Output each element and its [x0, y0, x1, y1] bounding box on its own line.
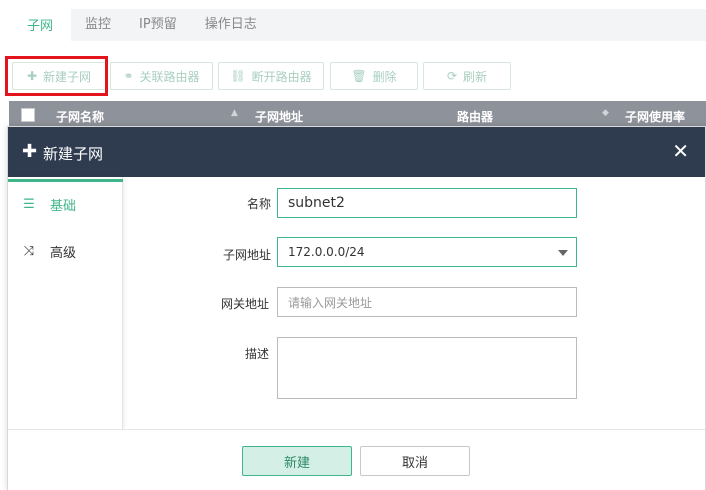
unlink-icon: ⛓	[230, 69, 246, 83]
select-all-checkbox[interactable]	[21, 108, 35, 122]
delete-label: 删除	[372, 69, 397, 84]
dialog-sidebar: ☰ 基础 ⤨ 高级	[8, 177, 123, 429]
dialog-title: 新建子网	[43, 145, 104, 163]
name-label-text: 名称	[246, 197, 271, 211]
cidr-label-text: 子网地址	[222, 248, 271, 262]
cidr-label: 子网地址*	[223, 246, 283, 263]
tab-ip-reserve[interactable]: IP预留	[125, 9, 191, 41]
tab-subnet[interactable]: 子网	[9, 9, 71, 41]
name-input[interactable]: subnet2	[277, 188, 577, 218]
chevron-down-icon	[558, 250, 568, 256]
shuffle-icon: ⤨	[23, 243, 35, 259]
dialog-footer: 新建 取消	[8, 429, 705, 490]
dialog-header: ✚ 新建子网 ✕	[8, 127, 705, 177]
attach-router-label: 关联路由器	[139, 69, 200, 84]
refresh-icon: ⟳	[446, 69, 458, 83]
tab-bar: 子网 监控 IP预留 操作日志	[9, 9, 706, 41]
link-icon: ⚭	[123, 69, 134, 83]
sort-icon[interactable]: ▲	[231, 108, 238, 118]
delete-button[interactable]: 🗑 删除	[330, 62, 418, 90]
column-router[interactable]: 路由器	[457, 108, 493, 125]
sidebar-item-advanced[interactable]: ⤨ 高级	[8, 227, 123, 275]
column-subnet-usage[interactable]: 子网使用率	[625, 108, 685, 125]
tab-monitor[interactable]: 监控	[71, 9, 125, 41]
column-subnet-address[interactable]: 子网地址	[255, 108, 303, 125]
close-icon[interactable]: ✕	[672, 139, 689, 163]
sidebar-item-basic[interactable]: ☰ 基础	[8, 179, 123, 227]
gateway-input[interactable]: 请输入网关地址	[277, 287, 577, 317]
refresh-label: 刷新	[463, 69, 488, 84]
cidr-select[interactable]: 172.0.0.0/24	[277, 237, 577, 267]
list-icon: ☰	[23, 197, 35, 212]
description-label: 描述	[244, 347, 269, 361]
trash-icon: 🗑	[351, 69, 367, 83]
create-button[interactable]: 新建	[242, 446, 352, 476]
detach-router-button[interactable]: ⛓ 断开路由器	[218, 62, 324, 90]
sidebar-item-label: 高级	[50, 245, 77, 261]
tab-operation-log[interactable]: 操作日志	[191, 9, 271, 41]
refresh-button[interactable]: ⟳ 刷新	[423, 62, 511, 90]
page: 子网 监控 IP预留 操作日志 ✚ 新建子网 ⚭ 关联路由器 ⛓ 断开路由器 🗑…	[0, 0, 706, 490]
highlight-box	[5, 56, 108, 96]
gateway-label: 网关地址	[220, 297, 269, 311]
detach-router-label: 断开路由器	[251, 69, 312, 84]
cancel-button[interactable]: 取消	[360, 446, 470, 476]
plus-icon: ✚	[22, 141, 38, 162]
column-subnet-name[interactable]: 子网名称	[56, 108, 104, 125]
attach-router-button[interactable]: ⚭ 关联路由器	[110, 62, 213, 90]
table-header: 子网名称 ▲ 子网地址 路由器 ◆ 子网使用率	[9, 101, 706, 129]
description-textarea[interactable]	[277, 337, 577, 399]
new-subnet-dialog: ✚ 新建子网 ✕ ☰ 基础 ⤨ 高级 名称* subnet2	[7, 126, 706, 490]
cidr-value: 172.0.0.0/24	[288, 245, 365, 259]
sort-icon[interactable]: ◆	[602, 108, 609, 118]
sidebar-item-label: 基础	[50, 199, 77, 214]
